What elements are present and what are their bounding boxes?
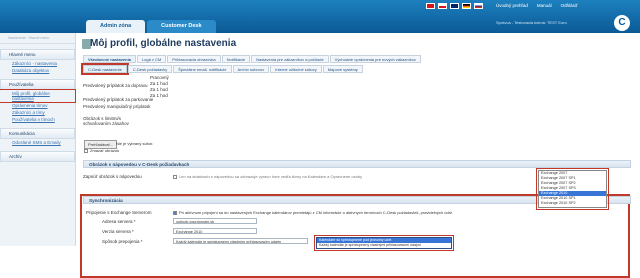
- tab-admin-zone[interactable]: Admin zóna: [86, 20, 146, 33]
- breadcrumb: Nastavenia · Hlavné menu: [0, 33, 75, 44]
- handling-surcharge-label: Predvolený manipulačný príplatok: [83, 104, 151, 109]
- exchange-connection-text: Pri aktívnom pripojení sa do nastavených…: [179, 210, 453, 215]
- col-header: Za 1 hod: [150, 81, 168, 86]
- tab-internal-files[interactable]: Interné užitočné súbory: [270, 65, 322, 73]
- sidebar-section-main-menu[interactable]: Hlavné menu: [0, 49, 75, 60]
- language-flags: [426, 3, 483, 9]
- server-version-select[interactable]: Exchange 2010: [173, 228, 257, 234]
- connection-method-select[interactable]: Každý kalendár je spriatupnený vlastným …: [173, 238, 308, 244]
- tab-notifications[interactable]: Notifikácie: [221, 55, 251, 63]
- sidebar-item-object-database[interactable]: Databáza objektov: [0, 67, 75, 74]
- tab-general-settings[interactable]: Všeobecné nastavenia: [83, 55, 136, 63]
- sidebar-section-users[interactable]: Používatelia: [0, 79, 75, 90]
- server-address-input[interactable]: outlook.yourdomain.sk: [173, 218, 257, 224]
- tab-special-email[interactable]: Špeciálne email. notifikácie: [173, 65, 232, 73]
- exchange-connection-checkbox[interactable]: [173, 211, 177, 215]
- no-file-text: Nie je vybraný súbor.: [116, 141, 154, 146]
- help-image-hint: Len na stránkach s nápovedou sa zobrazuj…: [179, 174, 363, 179]
- sidebar-item-team-permissions[interactable]: Oprávnenia tímov: [0, 102, 75, 109]
- flag-icon[interactable]: [450, 3, 459, 9]
- flag-icon[interactable]: [462, 3, 471, 9]
- approval-image-label: Obrázok s limitmi/s schvaľovaním zásahov: [83, 116, 129, 126]
- top-links: Úvodný prehľad Manuál Odhlásiť: [496, 3, 578, 8]
- tab-row-2: C-Desk nastavenie C-Desk požiadavky Špec…: [81, 63, 363, 75]
- flag-icon[interactable]: [474, 3, 483, 9]
- tab-logos[interactable]: Logá v CM: [136, 55, 167, 63]
- page-title: Môj profil, globálne nastavenia: [90, 38, 237, 49]
- tab-c-desk-settings[interactable]: C-Desk nastavenie: [81, 63, 129, 75]
- sidebar-section-archive[interactable]: Archív: [0, 151, 75, 162]
- server-address-label: Adresa servera *: [102, 219, 136, 224]
- connection-method-label: Spôsob prepojenia *: [102, 239, 143, 244]
- top-link-manual[interactable]: Manuál: [537, 3, 552, 8]
- sidebar-item-users-in-teams[interactable]: Používatelia v tímoch: [0, 116, 75, 123]
- exchange-connection-label: Pripojenie s Exchange Serverom: [86, 210, 152, 215]
- help-image-section-header: Obrázok s nápovedou v C-Desk požiadavkac…: [83, 160, 631, 168]
- listbox-highlight: [536, 168, 609, 210]
- dropdown-highlight: [314, 235, 454, 251]
- delete-image-label: Zmazať obrázok: [90, 148, 120, 153]
- tab-map-systems[interactable]: Mapové systémy: [322, 65, 363, 73]
- transport-surcharge-label: Predvolený príplatok za dopravu: [83, 83, 148, 88]
- tab-file-archive[interactable]: Archív súborov: [232, 65, 270, 73]
- help-image-checkbox[interactable]: [173, 175, 177, 179]
- tab-customer-desk[interactable]: Customer Desk: [147, 20, 216, 33]
- sidebar-item-customers-teams[interactable]: Zákazníci a tímy: [0, 109, 75, 116]
- tab-default-permissions[interactable]: Východzie oprávnenia pre nových zákazník…: [329, 55, 421, 63]
- tab-customer-settings[interactable]: Nastavenia pre zákazníkov a počítače: [251, 55, 329, 63]
- server-version-label: Verzia servera *: [102, 229, 134, 234]
- flag-icon[interactable]: [438, 3, 447, 9]
- breadcrumb-item[interactable]: Nastavenia: [8, 36, 26, 40]
- tab-login-screen[interactable]: Prihlasovacia obrazovka: [167, 55, 221, 63]
- tab-row-1: Všeobecné nastavenia Logá v CM Prihlasov…: [83, 55, 421, 63]
- parking-surcharge-label: Predvolený príplatok za parkovanie: [83, 97, 154, 102]
- flag-icon[interactable]: [426, 3, 435, 9]
- top-link-overview[interactable]: Úvodný prehľad: [496, 3, 528, 8]
- main-content: Môj profil, globálne nastavenia Všeobecn…: [78, 33, 640, 278]
- sidebar-section-communication[interactable]: Komunikácia: [0, 128, 75, 139]
- tab-c-desk-requests[interactable]: C-Desk požiadavky: [127, 65, 173, 73]
- sidebar-item-sent-sms[interactable]: Odoslané SMS a Emaily: [0, 139, 75, 146]
- main-tabs: Admin zóna Customer Desk: [86, 20, 216, 33]
- help-image-label: Zapnúť obrázok s nápovedou: [83, 174, 142, 179]
- delete-image-checkbox[interactable]: [84, 149, 88, 153]
- col-header: Pracovný: [150, 75, 169, 80]
- sidebar: Nastavenia · Hlavné menu Hlavné menu Zák…: [0, 33, 76, 246]
- org-label: Správca - Testovacia kolmá: TEST Euro: [496, 20, 567, 25]
- col-header: Za 1 hod: [150, 87, 168, 92]
- top-bar: Úvodný prehľad Manuál Odhlásiť Admin zón…: [0, 0, 640, 33]
- sidebar-item-customers-settings[interactable]: Zákazníci - nastavenia: [0, 60, 75, 67]
- c-desk-logo-icon: C: [614, 15, 630, 31]
- top-link-logout[interactable]: Odhlásiť: [561, 3, 578, 8]
- breadcrumb-item[interactable]: Hlavné menu: [29, 36, 50, 40]
- sidebar-item-my-profile[interactable]: Môj profil, globálne nastavenia: [0, 89, 76, 103]
